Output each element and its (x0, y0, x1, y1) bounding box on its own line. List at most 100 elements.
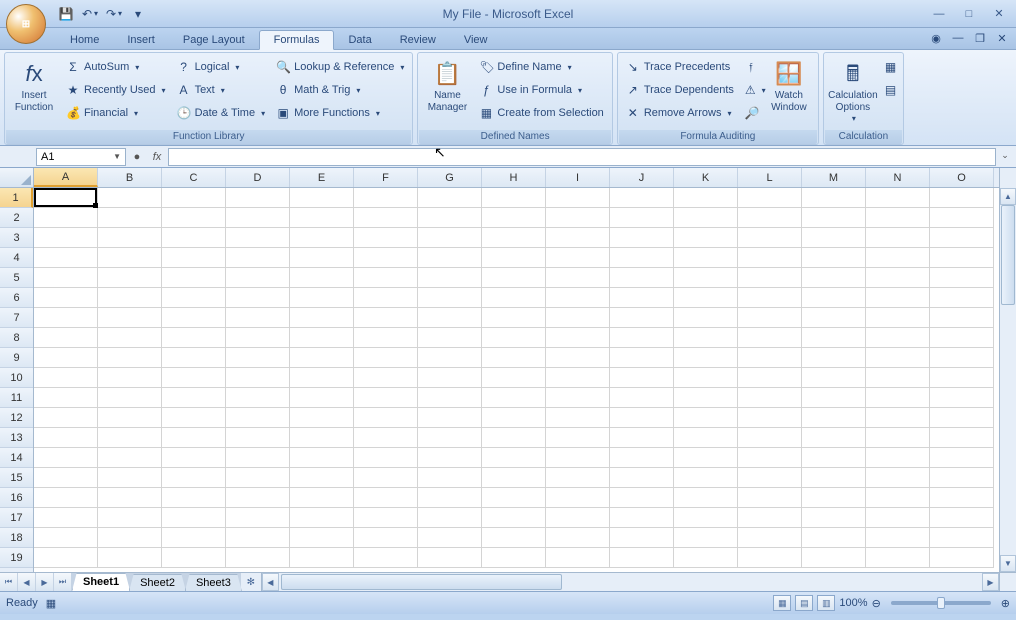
financial-button[interactable]: 💰Financial (62, 102, 170, 124)
cell[interactable] (162, 548, 226, 568)
recently-used-button[interactable]: ★Recently Used (62, 79, 170, 101)
cell[interactable] (354, 328, 418, 348)
cell[interactable] (418, 308, 482, 328)
cell[interactable] (546, 248, 610, 268)
zoom-level[interactable]: 100% (839, 597, 867, 609)
cell[interactable] (610, 288, 674, 308)
expand-formula-bar-button[interactable]: ⌄ (998, 150, 1012, 164)
cell[interactable] (418, 488, 482, 508)
cell[interactable] (930, 408, 994, 428)
cell[interactable] (546, 468, 610, 488)
tab-formulas[interactable]: Formulas (259, 30, 335, 50)
cell[interactable] (930, 428, 994, 448)
cell[interactable] (162, 388, 226, 408)
cell[interactable] (226, 388, 290, 408)
cell[interactable] (546, 328, 610, 348)
cell[interactable] (610, 468, 674, 488)
cell[interactable] (34, 308, 98, 328)
cell[interactable] (866, 508, 930, 528)
cell[interactable] (354, 548, 418, 568)
cell[interactable] (354, 368, 418, 388)
cell[interactable] (866, 308, 930, 328)
cell[interactable] (866, 448, 930, 468)
cell[interactable] (546, 548, 610, 568)
cell[interactable] (802, 528, 866, 548)
cell[interactable] (98, 548, 162, 568)
cell[interactable] (34, 348, 98, 368)
cell[interactable] (290, 368, 354, 388)
cell[interactable] (290, 188, 354, 208)
cell[interactable] (738, 308, 802, 328)
cell[interactable] (546, 288, 610, 308)
cell[interactable] (418, 208, 482, 228)
cell[interactable] (226, 468, 290, 488)
cell[interactable] (546, 388, 610, 408)
cell[interactable] (930, 268, 994, 288)
cell[interactable] (354, 188, 418, 208)
help-button[interactable]: ◉ (928, 30, 944, 46)
cell[interactable] (162, 508, 226, 528)
cell[interactable] (610, 228, 674, 248)
cell[interactable] (546, 448, 610, 468)
cell[interactable] (226, 228, 290, 248)
cell[interactable] (674, 368, 738, 388)
cell[interactable] (34, 328, 98, 348)
redo-button[interactable]: ↷ (104, 4, 124, 24)
qat-customize[interactable]: ▾ (128, 4, 148, 24)
cell[interactable] (98, 208, 162, 228)
remove-arrows-button[interactable]: ✕Remove Arrows (622, 102, 738, 124)
cell[interactable] (226, 548, 290, 568)
cell[interactable] (226, 408, 290, 428)
row-header-3[interactable]: 3 (0, 228, 33, 248)
logical-button[interactable]: ?Logical (173, 56, 270, 78)
calculate-sheet-button[interactable]: ▤ (881, 79, 899, 101)
cell[interactable] (418, 428, 482, 448)
cell[interactable] (162, 248, 226, 268)
column-header-K[interactable]: K (674, 168, 738, 187)
lookup-reference-button[interactable]: 🔍Lookup & Reference (272, 56, 408, 78)
cell[interactable] (290, 268, 354, 288)
row-header-13[interactable]: 13 (0, 428, 33, 448)
cell[interactable] (674, 188, 738, 208)
cell[interactable] (354, 468, 418, 488)
error-checking-button[interactable]: ⚠ (741, 79, 761, 101)
cell[interactable] (674, 288, 738, 308)
name-box[interactable]: A1▼ (36, 148, 126, 166)
cell[interactable] (418, 508, 482, 528)
cell[interactable] (226, 428, 290, 448)
insert-function-button[interactable]: fx Insert Function (9, 56, 59, 130)
cell[interactable] (802, 428, 866, 448)
cell[interactable] (98, 388, 162, 408)
cell[interactable] (674, 508, 738, 528)
cell[interactable] (354, 508, 418, 528)
scroll-right-button[interactable]: ▶ (982, 573, 999, 591)
cell[interactable] (98, 488, 162, 508)
cell[interactable] (674, 348, 738, 368)
row-header-15[interactable]: 15 (0, 468, 33, 488)
cell[interactable] (34, 508, 98, 528)
cell[interactable] (34, 468, 98, 488)
cell[interactable] (354, 388, 418, 408)
cell[interactable] (482, 288, 546, 308)
cell[interactable] (354, 208, 418, 228)
cell[interactable] (418, 408, 482, 428)
cell[interactable] (34, 248, 98, 268)
cell[interactable] (418, 528, 482, 548)
cell[interactable] (98, 368, 162, 388)
cell[interactable] (930, 308, 994, 328)
cell[interactable] (930, 328, 994, 348)
cell[interactable] (482, 208, 546, 228)
cell[interactable] (290, 228, 354, 248)
cell[interactable] (34, 428, 98, 448)
cell[interactable] (482, 508, 546, 528)
cell[interactable] (610, 348, 674, 368)
scroll-up-button[interactable]: ▲ (1000, 188, 1016, 205)
hscroll-track[interactable] (279, 573, 982, 591)
zoom-handle[interactable] (937, 597, 945, 609)
cell[interactable] (290, 248, 354, 268)
cell[interactable] (482, 488, 546, 508)
last-sheet-button[interactable]: ⏭ (54, 573, 72, 591)
prev-sheet-button[interactable]: ◀ (18, 573, 36, 591)
cell[interactable] (34, 548, 98, 568)
row-header-19[interactable]: 19 (0, 548, 33, 568)
